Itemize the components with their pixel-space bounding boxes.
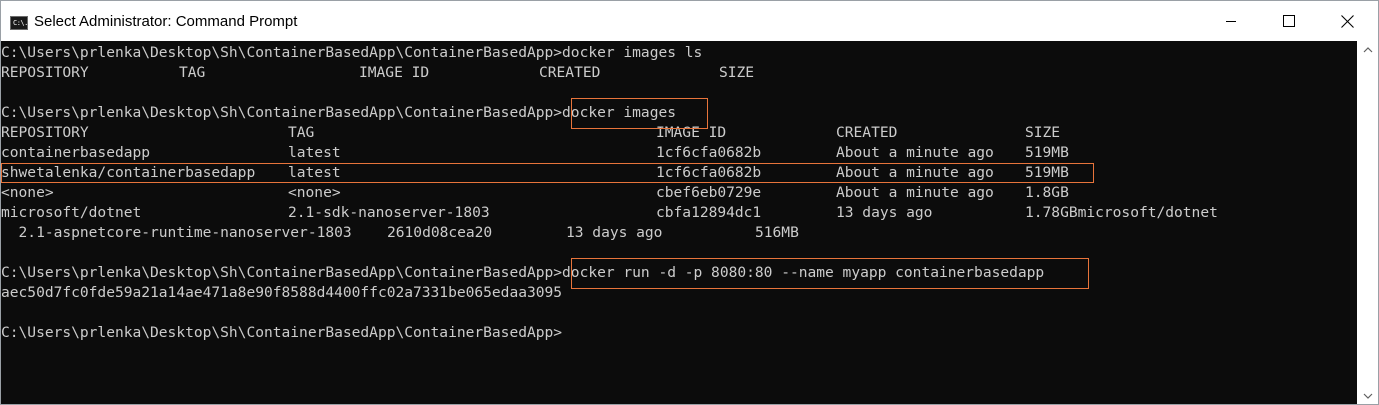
console-cell: About a minute ago [836,164,994,181]
window-title: Select Administrator: Command Prompt [34,13,298,30]
console-cell: TAG [288,124,315,141]
console-output[interactable]: C:\Users\prlenka\Desktop\Sh\ContainerBas… [1,41,1357,404]
console-cell: C:\Users\prlenka\Desktop\Sh\ContainerBas… [1,324,563,341]
minimize-icon [1226,21,1236,22]
console-cell: 2.1-sdk-nanoserver-1803 [288,204,490,221]
console-cell: About a minute ago [836,144,994,161]
close-icon [1340,14,1354,28]
console-cell: 519MB [1025,144,1069,161]
console-cell: IMAGE ID [359,64,430,81]
console-cell: containerbasedapp [1,144,151,161]
console-cell: SIZE [1025,124,1061,141]
title-bar[interactable]: C:\. Select Administrator: Command Promp… [1,1,1378,41]
console-cell: SIZE [719,64,755,81]
console-cell: cbfa12894dc1 [656,204,762,221]
console-cell: 13 days ago [566,224,663,241]
minimize-button[interactable] [1208,1,1254,41]
console-cell: CREATED [836,124,898,141]
command-prompt-window: C:\. Select Administrator: Command Promp… [0,0,1379,405]
console-cell: 1cf6cfa0682b [656,164,762,181]
console-cell: 13 days ago [836,204,933,221]
console-cell: 1.8GB [1025,184,1069,201]
console-cell: 1.78GBmicrosoft/dotnet [1025,204,1218,221]
maximize-button[interactable] [1266,1,1312,41]
chevron-down-icon [1363,393,1372,399]
console-cell: latest [288,144,341,161]
close-button[interactable] [1324,1,1370,41]
console-cell: 1cf6cfa0682b [656,144,762,161]
console-cell: C:\Users\prlenka\Desktop\Sh\ContainerBas… [1,104,676,121]
console-cell: 2610d08cea20 [387,224,493,241]
command-prompt-icon-label: C:\. [13,19,28,27]
console-cell: IMAGE ID [656,124,727,141]
console-cell: latest [288,164,341,181]
console-cell: microsoft/dotnet [1,204,142,221]
console-cell: aec50d7fc0fde59a21a14ae471a8e90f8588d440… [1,284,563,301]
console-cell: <none> [1,184,54,201]
console-cell: C:\Users\prlenka\Desktop\Sh\ContainerBas… [1,44,703,61]
console-cell: CREATED [539,64,601,81]
console-cell: 2.1-aspnetcore-runtime-nanoserver-1803 [1,224,352,241]
scroll-down-button[interactable] [1357,387,1378,404]
chevron-up-icon [1363,46,1372,52]
console-cell: <none> [288,184,341,201]
console-cell: shwetalenka/containerbasedapp [1,164,256,181]
console-cell: About a minute ago [836,184,994,201]
console-cell: C:\Users\prlenka\Desktop\Sh\ContainerBas… [1,264,1045,281]
console-cell: REPOSITORY [1,124,89,141]
scroll-up-button[interactable] [1357,41,1378,58]
maximize-icon [1283,15,1295,27]
console-cell: TAG [179,64,206,81]
console-cell: 519MB [1025,164,1069,181]
command-prompt-icon[interactable]: C:\. [10,16,28,30]
vertical-scrollbar[interactable] [1357,41,1378,404]
console-cell: 516MB [755,224,799,241]
console-cell: REPOSITORY [1,64,89,81]
console-cell: cbef6eb0729e [656,184,762,201]
